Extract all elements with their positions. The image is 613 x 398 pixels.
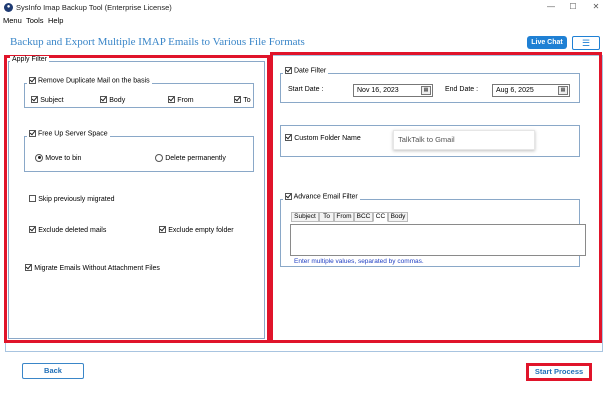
exclude-empty-label: Exclude empty folder (168, 227, 234, 234)
tab-subject[interactable]: Subject (291, 212, 319, 222)
move-to-bin-radio[interactable] (35, 153, 43, 162)
dup-body-label: Body (109, 97, 126, 104)
advance-filter-checkbox[interactable] (285, 193, 292, 200)
close-button[interactable]: ✕ (585, 1, 607, 13)
dup-subject-label: Subject (40, 97, 64, 104)
maximize-button[interactable]: ☐ (562, 1, 584, 13)
app-logo-icon: ● (4, 3, 13, 12)
move-to-bin-option[interactable]: Move to bin (35, 153, 81, 162)
start-date-value: Nov 16, 2023 (357, 87, 399, 94)
free-space-label: Free Up Server Space (37, 130, 108, 138)
menu-bar (0, 15, 613, 27)
custom-folder-checkbox[interactable] (285, 134, 292, 142)
tab-to[interactable]: To (319, 212, 334, 222)
date-filter-label: Date Filter (293, 67, 327, 75)
duplicate-checkbox[interactable] (29, 77, 36, 84)
dup-subject-checkbox[interactable] (31, 96, 38, 104)
start-date-input[interactable]: Nov 16, 2023 ▦ (353, 84, 433, 97)
duplicate-label: Remove Duplicate Mail on the basis (37, 77, 150, 85)
dup-from-checkbox[interactable] (168, 96, 175, 104)
dup-to-label: To (243, 97, 251, 104)
dup-from-option[interactable]: From (168, 95, 194, 104)
skip-migrated-option[interactable]: Skip previously migrated (29, 194, 115, 203)
calendar-icon[interactable]: ▦ (421, 86, 431, 95)
no-attachment-label: Migrate Emails Without Attachment Files (34, 265, 160, 272)
no-attachment-option[interactable]: Migrate Emails Without Attachment Files (25, 263, 160, 272)
dup-body-option[interactable]: Body (100, 95, 125, 104)
menu-item-tools[interactable]: Tools (26, 16, 44, 25)
custom-folder-input[interactable]: TalkTalk to Gmail (393, 130, 535, 150)
dup-subject-option[interactable]: Subject (31, 95, 64, 104)
filter-values-textarea[interactable] (290, 224, 586, 256)
date-filter-checkbox[interactable] (285, 67, 292, 74)
dup-to-option[interactable]: To (234, 95, 251, 104)
duplicate-legend: Remove Duplicate Mail on the basis (27, 77, 152, 85)
advance-filter-label: Advance Email Filter (293, 193, 358, 201)
back-button[interactable]: Back (22, 363, 84, 379)
hamburger-menu-icon[interactable]: ☰ (572, 36, 600, 50)
end-date-input[interactable]: Aug 6, 2025 ▦ (492, 84, 570, 97)
delete-permanently-label: Delete permanently (165, 155, 226, 162)
apply-filter-legend: Apply Filter (10, 56, 50, 63)
tab-body[interactable]: Body (388, 212, 408, 222)
exclude-deleted-option[interactable]: Exclude deleted mails (29, 225, 106, 234)
start-date-label: Start Date : (288, 86, 324, 93)
exclude-deleted-label: Exclude deleted mails (38, 227, 107, 234)
start-process-button[interactable]: Start Process (526, 363, 592, 381)
end-date-value: Aug 6, 2025 (496, 87, 534, 94)
advance-filter-legend: Advance Email Filter (283, 193, 360, 201)
dup-to-checkbox[interactable] (234, 96, 241, 104)
menu-item-help[interactable]: Help (48, 16, 63, 25)
dup-body-checkbox[interactable] (100, 96, 107, 104)
move-to-bin-label: Move to bin (45, 155, 82, 162)
live-chat-button[interactable]: Live Chat (527, 36, 567, 49)
custom-folder-label: Custom Folder Name (294, 135, 361, 142)
page-title: Backup and Export Multiple IMAP Emails t… (10, 36, 305, 48)
skip-migrated-label: Skip previously migrated (38, 196, 115, 203)
date-filter-legend: Date Filter (283, 67, 329, 75)
menu-item-menu[interactable]: Menu (3, 16, 22, 25)
tab-cc[interactable]: CC (373, 212, 388, 222)
filter-hint: Enter multiple values, separated by comm… (294, 258, 424, 265)
tab-from[interactable]: From (334, 212, 354, 222)
skip-migrated-checkbox[interactable] (29, 195, 36, 203)
delete-permanently-option[interactable]: Delete permanently (155, 153, 226, 162)
delete-permanently-radio[interactable] (155, 153, 163, 162)
dup-from-label: From (177, 97, 194, 104)
calendar-icon[interactable]: ▦ (558, 86, 568, 95)
custom-folder-option[interactable]: Custom Folder Name (285, 133, 361, 142)
free-space-checkbox[interactable] (29, 130, 36, 137)
end-date-label: End Date : (445, 86, 479, 93)
minimize-button[interactable]: — (540, 1, 562, 13)
window-title: SysInfo Imap Backup Tool (Enterprise Lic… (16, 3, 172, 12)
exclude-empty-checkbox[interactable] (159, 226, 166, 234)
free-space-legend: Free Up Server Space (27, 130, 110, 138)
exclude-deleted-checkbox[interactable] (29, 226, 36, 234)
no-attachment-checkbox[interactable] (25, 264, 32, 272)
exclude-empty-option[interactable]: Exclude empty folder (159, 225, 234, 234)
tab-bcc[interactable]: BCC (354, 212, 373, 222)
